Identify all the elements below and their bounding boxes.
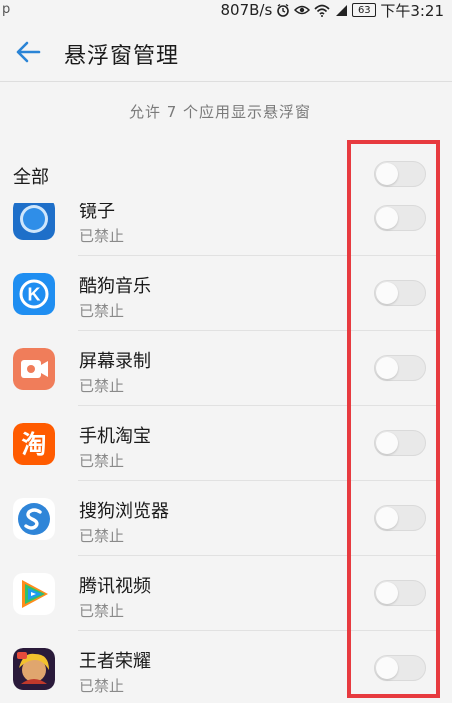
- signal-icon: [334, 4, 348, 17]
- taobao-char: 淘: [21, 430, 46, 459]
- app-status: 已禁止: [79, 527, 125, 545]
- app-status: 已禁止: [79, 227, 125, 245]
- wifi-icon: [314, 4, 330, 17]
- app-row-honor-of-kings[interactable]: 王者荣耀 已禁止: [0, 631, 452, 703]
- toggle-knob: [376, 357, 398, 379]
- toggle-knob: [376, 507, 398, 529]
- header: 悬浮窗管理: [0, 22, 452, 82]
- toggle-knob: [376, 432, 398, 454]
- status-bar: p 807B/s 63 下午3:21: [0, 0, 452, 20]
- all-apps-row: 全部: [0, 145, 452, 203]
- status-p-icon: p: [2, 2, 11, 17]
- mirror-app-icon: [13, 203, 55, 240]
- header-divider: [0, 81, 452, 82]
- app-toggle[interactable]: [374, 580, 426, 606]
- arrow-left-icon: [16, 41, 41, 63]
- back-button[interactable]: [6, 30, 50, 74]
- sogou-browser-app-icon: [13, 498, 55, 540]
- app-name: 手机淘宝: [79, 426, 151, 447]
- app-toggle[interactable]: [374, 355, 426, 381]
- net-speed: 807B/s: [220, 1, 273, 19]
- app-status: 已禁止: [79, 602, 125, 620]
- app-row-tencent-video[interactable]: 腾讯视频 已禁止: [0, 556, 452, 631]
- app-row-kugou[interactable]: K 酷狗音乐 已禁止: [0, 256, 452, 331]
- toggle-knob: [376, 282, 398, 304]
- app-status: 已禁止: [79, 677, 125, 695]
- app-status: 已禁止: [79, 377, 125, 395]
- tencent-video-app-icon: [13, 573, 55, 615]
- toggle-knob: [376, 657, 398, 679]
- app-toggle[interactable]: [374, 205, 426, 231]
- app-name: 王者荣耀: [79, 651, 151, 672]
- all-toggle[interactable]: [374, 161, 426, 187]
- all-label: 全部: [13, 167, 49, 188]
- app-name: 镜子: [79, 203, 115, 222]
- app-toggle[interactable]: [374, 505, 426, 531]
- app-status: 已禁止: [79, 302, 125, 320]
- page-title: 悬浮窗管理: [64, 44, 180, 69]
- app-row-taobao[interactable]: 淘 手机淘宝 已禁止: [0, 406, 452, 481]
- toggle-knob: [376, 207, 398, 229]
- taobao-app-icon: 淘: [13, 423, 55, 465]
- app-row-screen-record[interactable]: 屏幕录制 已禁止: [0, 331, 452, 406]
- app-list[interactable]: 镜子 已禁止 K 酷狗音乐 已禁止 屏幕录制 已禁止 淘 手机淘宝 已禁止 搜狗…: [0, 203, 452, 703]
- screen-record-app-icon: [13, 348, 55, 390]
- app-toggle[interactable]: [374, 430, 426, 456]
- toggle-knob: [376, 582, 398, 604]
- status-right: 807B/s 63 下午3:21: [221, 0, 444, 20]
- honor-of-kings-app-icon: [13, 648, 55, 690]
- app-name: 搜狗浏览器: [79, 501, 169, 522]
- app-name: 酷狗音乐: [79, 276, 151, 297]
- app-name: 屏幕录制: [79, 351, 151, 372]
- toggle-knob: [376, 163, 398, 185]
- app-status: 已禁止: [79, 452, 125, 470]
- summary-text: 允许 7 个应用显示悬浮窗: [128, 103, 312, 121]
- app-toggle[interactable]: [374, 655, 426, 681]
- eye-icon: [294, 4, 311, 16]
- app-row-mirror[interactable]: 镜子 已禁止: [0, 203, 452, 256]
- alarm-icon: [276, 3, 290, 17]
- app-list-inner: 镜子 已禁止 K 酷狗音乐 已禁止 屏幕录制 已禁止 淘 手机淘宝 已禁止 搜狗…: [0, 203, 452, 703]
- battery-icon: 63: [352, 3, 377, 17]
- app-toggle[interactable]: [374, 280, 426, 306]
- clock: 下午3:21: [380, 1, 444, 20]
- kugou-letter: K: [28, 285, 41, 305]
- kugou-app-icon: K: [13, 273, 55, 315]
- app-name: 腾讯视频: [79, 576, 151, 597]
- app-row-sogou[interactable]: 搜狗浏览器 已禁止: [0, 481, 452, 556]
